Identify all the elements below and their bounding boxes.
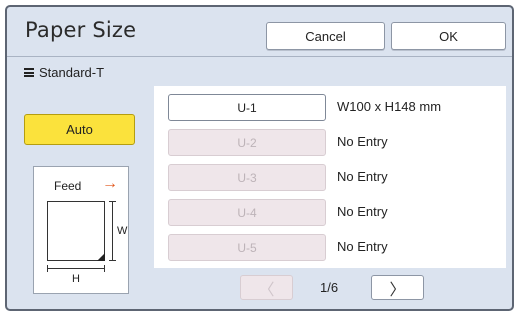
slot-value: No Entry [337, 169, 388, 184]
paper-corner-mark [97, 253, 105, 261]
tray-label: Standard-T [24, 65, 104, 80]
list-item: U-1 W100 x H148 mm [154, 94, 506, 121]
auto-button[interactable]: Auto [24, 114, 135, 145]
list-item: U-2 No Entry [154, 129, 506, 156]
list-item: U-5 No Entry [154, 234, 506, 261]
previous-page-button[interactable]: 〈 [240, 275, 293, 300]
page-indicator: 1/6 [320, 280, 339, 295]
slot-button-u5[interactable]: U-5 [168, 234, 326, 261]
slot-button-u1[interactable]: U-1 [168, 94, 326, 121]
width-label: W [117, 225, 128, 237]
chevron-right-icon: 〉 [389, 281, 406, 299]
list-item: U-3 No Entry [154, 164, 506, 191]
tray-name: Standard-T [39, 65, 105, 80]
slot-value: No Entry [337, 239, 388, 254]
list-item: U-4 No Entry [154, 199, 506, 226]
width-dimension-line [109, 201, 116, 261]
slot-button-u3[interactable]: U-3 [168, 164, 326, 191]
list-icon [24, 68, 34, 77]
paper-sheet-icon [47, 201, 105, 261]
height-label: H [72, 273, 80, 285]
slot-value: W100 x H148 mm [337, 99, 442, 114]
feed-label: Feed [54, 179, 82, 193]
page-title: Paper Size [25, 18, 137, 42]
chevron-left-icon: 〈 [258, 281, 275, 299]
cancel-button[interactable]: Cancel [266, 22, 385, 50]
paper-feed-diagram: Feed → W H [33, 166, 129, 294]
paper-size-dialog: Paper Size Cancel OK Standard-T Auto Fee… [5, 5, 514, 311]
height-dimension-line [47, 265, 105, 272]
slot-value: No Entry [337, 204, 388, 219]
slot-value: No Entry [337, 134, 388, 149]
slot-button-u2[interactable]: U-2 [168, 129, 326, 156]
next-page-button[interactable]: 〉 [371, 275, 424, 300]
feed-direction-arrow-icon: → [102, 175, 118, 192]
ok-button[interactable]: OK [391, 22, 506, 50]
custom-size-list: U-1 W100 x H148 mm U-2 No Entry U-3 No E… [154, 86, 506, 268]
title-bar: Paper Size Cancel OK [7, 7, 512, 57]
slot-button-u4[interactable]: U-4 [168, 199, 326, 226]
